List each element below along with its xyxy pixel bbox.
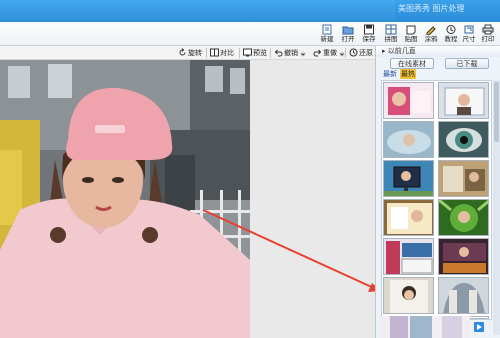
material-thumbnail[interactable] xyxy=(383,121,434,158)
material-thumbnail[interactable] xyxy=(438,238,489,275)
thumbnail-image xyxy=(439,122,488,157)
material-thumbnail[interactable] xyxy=(438,277,489,314)
material-thumbnail[interactable] xyxy=(383,199,434,236)
play-arrow-icon xyxy=(477,324,482,330)
sidebar-bottom-preview xyxy=(380,316,470,338)
thumbnail-image xyxy=(384,239,433,274)
tab-downloaded[interactable]: 已下载 xyxy=(445,58,489,69)
material-thumbnail[interactable] xyxy=(383,238,434,275)
subtab-hottest[interactable]: 最热 xyxy=(400,69,416,79)
material-thumbnail[interactable] xyxy=(383,277,434,314)
material-thumbnail[interactable] xyxy=(438,121,489,158)
material-thumbnail[interactable] xyxy=(383,82,434,119)
material-thumbnail[interactable] xyxy=(438,82,489,119)
next-page-button[interactable] xyxy=(474,322,484,332)
material-sidebar: ▸ 以前几直 在线素材 已下载 最新 最热 xyxy=(375,46,500,338)
sidebar-scrollbar[interactable] xyxy=(493,80,500,335)
thumbnail-image xyxy=(384,122,433,157)
tab-online-materials[interactable]: 在线素材 xyxy=(390,58,434,69)
thumbnail-image xyxy=(384,278,433,313)
thumbnail-image xyxy=(439,161,488,196)
thumbnail-image xyxy=(439,239,488,274)
thumbnail-image xyxy=(384,83,433,118)
material-thumbnail-grid xyxy=(381,80,492,320)
subtab-newest[interactable]: 最新 xyxy=(382,69,398,79)
material-thumbnail[interactable] xyxy=(438,160,489,197)
material-thumbnail[interactable] xyxy=(383,160,434,197)
thumbnail-image xyxy=(384,161,433,196)
thumbnail-image xyxy=(384,200,433,235)
thumbnail-image xyxy=(439,200,488,235)
sidebar-header: ▸ 以前几直 xyxy=(376,46,500,57)
material-thumbnail[interactable] xyxy=(438,199,489,236)
thumbnail-image xyxy=(439,83,488,118)
scrollbar-thumb[interactable] xyxy=(494,82,499,142)
thumbnail-image xyxy=(439,278,488,313)
